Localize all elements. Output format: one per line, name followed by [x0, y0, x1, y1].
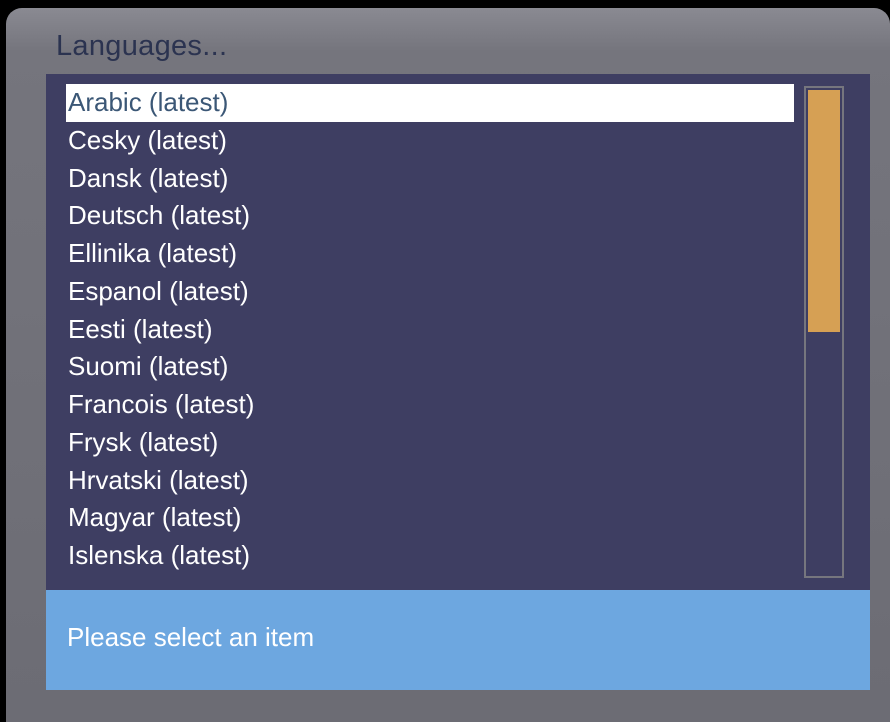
- list-item-dansk[interactable]: Dansk (latest): [66, 160, 794, 198]
- list-item-hrvatski[interactable]: Hrvatski (latest): [66, 462, 794, 500]
- list-item-arabic[interactable]: Arabic (latest): [66, 84, 794, 122]
- dialog-title: Languages...: [56, 30, 228, 62]
- list-item-magyar[interactable]: Magyar (latest): [66, 499, 794, 537]
- status-text: Please select an item: [67, 622, 315, 652]
- list-item-deutsch[interactable]: Deutsch (latest): [66, 197, 794, 235]
- languages-dialog: Languages... Arabic (latest) Cesky (late…: [6, 8, 890, 722]
- list-item-eesti[interactable]: Eesti (latest): [66, 311, 794, 349]
- list-item-suomi[interactable]: Suomi (latest): [66, 348, 794, 386]
- scrollbar-thumb[interactable]: [808, 90, 840, 332]
- language-list[interactable]: Arabic (latest) Cesky (latest) Dansk (la…: [66, 84, 794, 575]
- list-item-ellinika[interactable]: Ellinika (latest): [66, 235, 794, 273]
- list-scrollbar[interactable]: [804, 86, 844, 578]
- list-item-frysk[interactable]: Frysk (latest): [66, 424, 794, 462]
- list-item-francois[interactable]: Francois (latest): [66, 386, 794, 424]
- language-list-panel: Arabic (latest) Cesky (latest) Dansk (la…: [46, 74, 870, 590]
- list-item-cesky[interactable]: Cesky (latest): [66, 122, 794, 160]
- list-item-espanol[interactable]: Espanol (latest): [66, 273, 794, 311]
- list-item-islenska[interactable]: Islenska (latest): [66, 537, 794, 575]
- status-bar: Please select an item: [46, 590, 870, 690]
